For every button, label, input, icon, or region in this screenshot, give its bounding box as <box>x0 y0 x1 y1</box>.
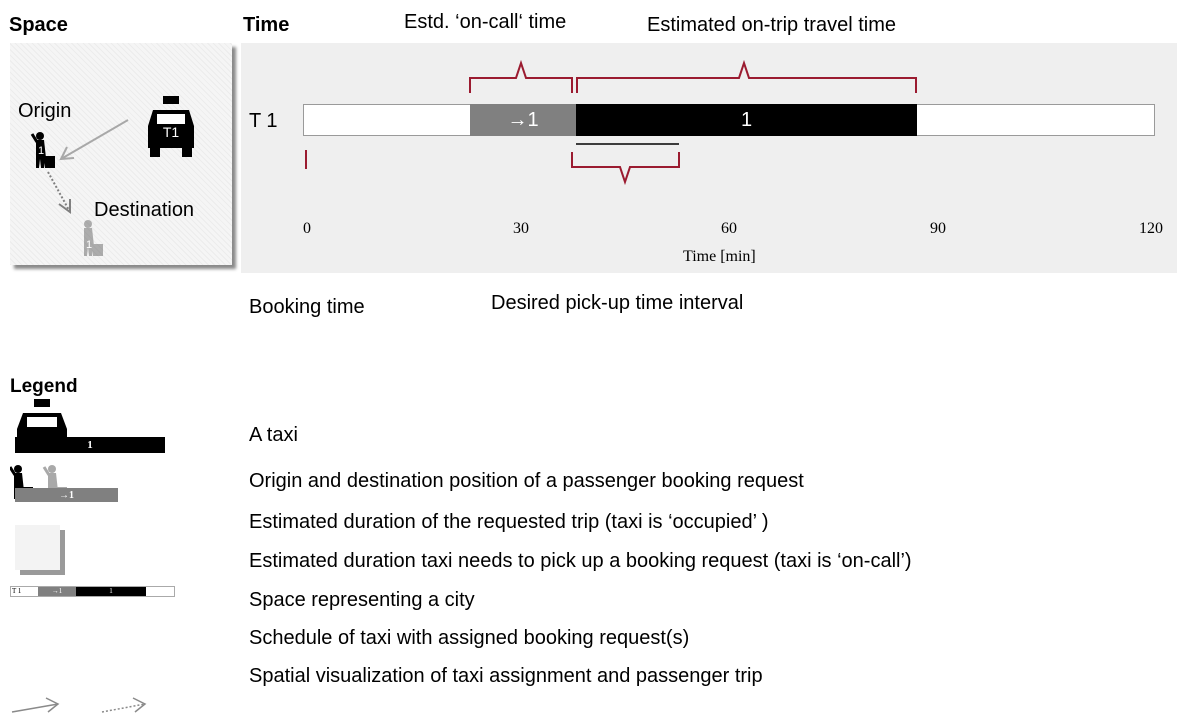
on-call-time-label: Estd. ‘on-call‘ time <box>404 11 567 33</box>
tick-120: 120 <box>1139 220 1163 237</box>
legend-item-taxi: A taxi <box>249 424 298 446</box>
legend-item-occupied: Estimated duration of the requested trip… <box>249 511 769 533</box>
pickup-interval-bracket <box>571 152 680 186</box>
tick-0: 0 <box>303 220 311 237</box>
legend-item-passenger: Origin and destination position of a pas… <box>249 470 804 492</box>
axis-label: Time [min] <box>683 248 756 265</box>
tick-60: 60 <box>721 220 737 237</box>
legend-item-spatial: Spatial visualization of taxi assignment… <box>249 665 763 687</box>
legend-mini-row-label: T 1 <box>12 587 22 595</box>
time-header: Time <box>243 14 290 36</box>
space-diagram: T1 1 1 <box>30 96 194 256</box>
legend-item-schedule: Schedule of taxi with assigned booking r… <box>249 627 690 649</box>
legend-occupied-bar: 1 <box>15 437 165 453</box>
tick-30: 30 <box>513 220 529 237</box>
legend-item-on-call: Estimated duration taxi needs to pick up… <box>249 550 912 572</box>
brackets-overlay <box>305 59 917 186</box>
legend-item-space: Space representing a city <box>249 589 475 611</box>
pickup-interval-label: Desired pick-up time interval <box>491 292 744 314</box>
legend-space-icon <box>15 525 60 570</box>
on-trip-time-label: Estimated on-trip travel time <box>647 14 896 36</box>
assignment-arrow-icon <box>59 119 129 161</box>
legend-header: Legend <box>10 376 78 397</box>
trip-arrow-icon <box>47 171 71 214</box>
on-trip-bracket <box>576 59 917 93</box>
origin-passenger-id: 1 <box>38 145 44 157</box>
legend-on-call-bar: →1 <box>15 488 118 502</box>
on-call-bracket <box>469 59 573 93</box>
legend-arrows-icon <box>11 697 147 713</box>
booking-time-label: Booking time <box>249 296 365 318</box>
legend-mini-on-call: →1 <box>38 587 76 596</box>
taxi-id-text: T1 <box>163 124 180 140</box>
destination-passenger-id: 1 <box>86 239 92 251</box>
tick-90: 90 <box>930 220 946 237</box>
legend-mini-trip: 1 <box>76 587 146 596</box>
